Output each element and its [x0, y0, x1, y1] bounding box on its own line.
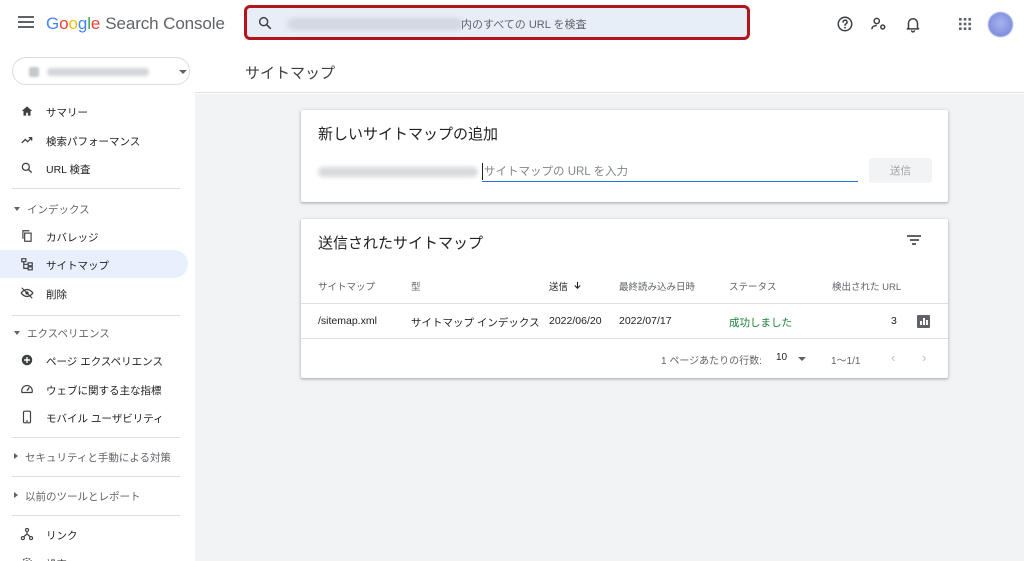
- home-icon: [21, 106, 33, 116]
- sidebar-divider: [12, 476, 180, 477]
- sitemap-url-input[interactable]: [482, 162, 858, 182]
- caret-down-icon: [14, 331, 20, 335]
- sidebar-item-url-inspection[interactable]: URL 検査: [0, 154, 188, 182]
- submitted-sitemaps-card: 送信されたサイトマップ サイトマップ 型 送信 最終読み込み日時 ステータス 検…: [301, 219, 948, 378]
- chevron-down-icon[interactable]: [798, 357, 806, 361]
- text-cursor: [482, 163, 483, 180]
- notifications-bell-icon[interactable]: [904, 15, 922, 33]
- top-app-bar: Google Search Console 内のすべての URL を検査: [0, 0, 1024, 50]
- column-header-submitted[interactable]: 送信: [549, 279, 583, 293]
- search-icon: [21, 162, 33, 174]
- chevron-down-icon: [179, 70, 187, 74]
- rows-per-page-select[interactable]: 10: [776, 352, 787, 363]
- cell-discovered-urls: 3: [891, 315, 897, 327]
- cell-sitemap: /sitemap.xml: [318, 315, 377, 327]
- blurred-property-name: [47, 68, 149, 76]
- product-name: Search Console: [105, 14, 225, 33]
- settings-icon: [22, 557, 32, 561]
- sidebar-item-page-experience[interactable]: ページ エクスペリエンス: [0, 346, 188, 374]
- sidebar-divider: [12, 315, 180, 316]
- account-avatar[interactable]: [988, 12, 1013, 37]
- trending-up-icon: [21, 137, 33, 144]
- submitted-sitemaps-title: 送信されたサイトマップ: [318, 235, 484, 252]
- sidebar-item-summary[interactable]: サマリー: [0, 97, 188, 125]
- cell-last-read: 2022/07/17: [619, 315, 672, 327]
- caret-down-icon: [14, 207, 20, 211]
- next-page-icon[interactable]: ›: [922, 350, 926, 365]
- hamburger-menu-icon[interactable]: [18, 16, 34, 30]
- section-legacy-tools[interactable]: 以前のツールとレポート: [14, 489, 141, 504]
- add-sitemap-card: 新しいサイトマップの追加 送信: [301, 110, 948, 202]
- add-circle-icon: [21, 354, 33, 366]
- smartphone-icon: [22, 410, 32, 424]
- column-header-status[interactable]: ステータス: [729, 279, 777, 293]
- sidebar-item-mobile-usability[interactable]: モバイル ユーザビリティ: [0, 403, 188, 431]
- search-console-logo[interactable]: Google Search Console: [46, 14, 225, 34]
- visibility-off-icon: [20, 287, 34, 299]
- previous-page-icon[interactable]: ‹: [891, 350, 895, 365]
- page-header: サイトマップ: [195, 50, 1024, 93]
- sidebar-item-settings[interactable]: 設定: [0, 549, 188, 561]
- bar-chart-icon[interactable]: [917, 315, 930, 328]
- section-experience[interactable]: エクスペリエンス: [14, 326, 110, 341]
- sidebar-item-sitemaps[interactable]: サイトマップ: [0, 250, 188, 278]
- sidebar-divider: [12, 188, 180, 189]
- sidebar-item-core-web-vitals[interactable]: ウェブに関する主な指標: [0, 375, 188, 403]
- sitemap-icon: [21, 258, 33, 271]
- page-title: サイトマップ: [245, 65, 336, 82]
- search-placeholder: 内のすべての URL を検査: [461, 19, 587, 31]
- cell-submitted: 2022/06/20: [549, 315, 602, 327]
- file-copy-icon: [22, 230, 32, 242]
- column-header-last-read[interactable]: 最終読み込み日時: [619, 279, 695, 293]
- property-selector[interactable]: [12, 57, 190, 85]
- property-favicon: [29, 67, 39, 77]
- caret-right-icon: [14, 453, 18, 459]
- pagination-range: 1〜1/1: [831, 356, 861, 367]
- speed-icon: [21, 385, 33, 394]
- submit-sitemap-button[interactable]: 送信: [869, 158, 932, 183]
- help-icon[interactable]: [836, 15, 854, 33]
- column-header-type[interactable]: 型: [411, 279, 421, 293]
- table-row-divider: [301, 338, 948, 339]
- section-index[interactable]: インデックス: [14, 202, 90, 217]
- column-header-sitemap[interactable]: サイトマップ: [318, 279, 375, 293]
- sidebar-item-coverage[interactable]: カバレッジ: [0, 222, 188, 250]
- sidebar-navigation: サマリー 検索パフォーマンス URL 検査 インデックス カバレッジ サイトマッ…: [0, 50, 195, 561]
- search-icon: [258, 16, 272, 30]
- cell-type: サイトマップ インデックス: [411, 317, 540, 329]
- sidebar-divider: [12, 515, 180, 516]
- manage-accounts-icon[interactable]: [870, 15, 888, 33]
- filter-list-icon[interactable]: [907, 235, 921, 247]
- arrow-downward-icon: [574, 281, 581, 290]
- table-header-divider: [301, 303, 948, 304]
- blurred-property-url-prefix: [318, 167, 478, 177]
- caret-right-icon: [14, 492, 18, 498]
- rows-per-page-label: 1 ページあたりの行数:: [661, 356, 762, 367]
- blurred-property-url: [287, 18, 463, 30]
- sidebar-item-performance[interactable]: 検索パフォーマンス: [0, 126, 188, 154]
- sidebar-item-links[interactable]: リンク: [0, 520, 188, 548]
- section-security-manual-actions[interactable]: セキュリティと手動による対策: [14, 450, 171, 465]
- sidebar-item-removals[interactable]: 削除: [0, 279, 188, 307]
- column-header-discovered-urls[interactable]: 検出された URL: [832, 279, 901, 293]
- sidebar-divider: [12, 437, 180, 438]
- apps-grid-icon[interactable]: [956, 15, 974, 33]
- add-sitemap-title: 新しいサイトマップの追加: [318, 126, 499, 143]
- links-icon: [20, 527, 34, 541]
- cell-status: 成功しました: [729, 317, 792, 329]
- url-inspection-search-bar[interactable]: 内のすべての URL を検査: [244, 5, 750, 40]
